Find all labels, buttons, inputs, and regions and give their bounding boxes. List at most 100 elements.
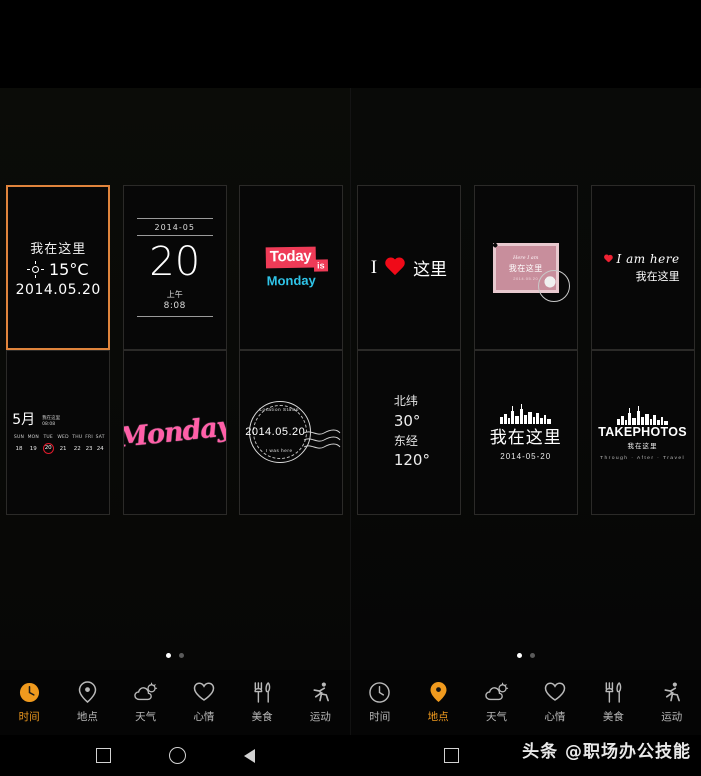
category-item-weather[interactable]: 天气 xyxy=(471,681,523,724)
left-template-grid: 我在这里 15°C 2014.05.20 2014-05 20 上午 8:08 … xyxy=(0,185,350,515)
calendar-note1: 我在这里 xyxy=(42,415,61,421)
calendar-weekday: FRI xyxy=(85,435,93,440)
calendar-day: 22 xyxy=(73,445,81,452)
template-cell-wrapper: Monday xyxy=(116,350,232,515)
category-item-sport[interactable]: 运动 xyxy=(294,681,346,724)
template-i-am-here-script[interactable]: I am here 我在这里 xyxy=(590,185,695,350)
category-item-location[interactable]: 地点 xyxy=(61,681,113,724)
template-cell-wrapper: Here I am 我在这里 2014.05.20 xyxy=(467,185,584,350)
category-label: 运动 xyxy=(309,711,331,723)
template-skyline-here[interactable]: 我在这里 2014-05-20 xyxy=(473,350,578,515)
home-circle-icon[interactable] xyxy=(168,747,186,764)
sun-icon xyxy=(26,260,44,278)
skyline-icon xyxy=(499,404,551,424)
category-item-food[interactable]: 美食 xyxy=(587,681,639,724)
template-cell-wrapper: Today is Monday xyxy=(233,185,349,350)
skyline-title: 我在这里 xyxy=(489,428,562,448)
big-date-year-month: 2014-05 xyxy=(154,223,195,232)
page-dot[interactable] xyxy=(529,653,535,658)
calendar-day: 19 xyxy=(29,445,37,452)
template-big-date[interactable]: 2014-05 20 上午 8:08 xyxy=(122,185,227,350)
location-pin-icon xyxy=(429,681,448,703)
back-triangle-icon[interactable] xyxy=(243,748,255,763)
runner-icon xyxy=(310,681,331,703)
calendar-content: 5月 我在这里 08:08 SUN MON TUE WED THU FRI SA… xyxy=(10,409,106,456)
i-am-here-line2: 我在这里 xyxy=(635,269,680,283)
right-template-grid: I 这里 Here I am 我在这里 2014.05.20 I am here… xyxy=(351,185,701,515)
today-word: Today xyxy=(270,247,312,266)
location-pin-icon xyxy=(78,681,97,703)
calendar-weekday: WED xyxy=(57,435,69,440)
category-item-time[interactable]: 时间 xyxy=(354,681,406,724)
fork-knife-icon xyxy=(603,681,623,703)
page-dot-active[interactable] xyxy=(516,653,522,658)
right-page-indicator[interactable] xyxy=(351,653,701,658)
stamp-sub: 2014.05.20 xyxy=(513,275,539,281)
category-label: 心情 xyxy=(193,711,215,723)
coordinates-content: 北纬 30° 东经 120° xyxy=(388,393,430,471)
template-postage-stamp[interactable]: Here I am 我在这里 2014.05.20 xyxy=(473,185,578,350)
category-item-mood[interactable]: 心情 xyxy=(178,681,230,724)
category-item-location[interactable]: 地点 xyxy=(412,681,464,724)
calendar-day: 21 xyxy=(59,445,67,452)
here-word: 这里 xyxy=(413,260,448,280)
template-postmark[interactable]: Location Stamp 2014.05.20 I was here xyxy=(239,350,344,515)
template-cell-wrapper: TAKEPHOTOS 我在这里 Through · After · Travel xyxy=(584,350,701,515)
template-monday-script[interactable]: Monday xyxy=(122,350,227,515)
postmark-arc-top: Location Stamp xyxy=(259,406,300,412)
latitude-label: 北纬 xyxy=(393,394,418,409)
template-cell-wrapper: 我在这里 2014-05-20 xyxy=(467,350,584,515)
template-coordinates[interactable]: 北纬 30° 东经 120° xyxy=(356,350,461,515)
monday-script-text: Monday xyxy=(122,411,227,454)
category-item-mood[interactable]: 心情 xyxy=(529,681,581,724)
template-weather-location[interactable]: 我在这里 15°C 2014.05.20 xyxy=(6,185,111,350)
postmark-waves-icon xyxy=(303,429,341,449)
weather-line1: 我在这里 xyxy=(30,241,87,257)
takephotos-arc: Through · After · Travel xyxy=(600,454,686,461)
page-dot[interactable] xyxy=(178,653,184,658)
category-item-sport[interactable]: 运动 xyxy=(646,681,698,724)
template-today-is-monday[interactable]: Today is Monday xyxy=(239,185,344,350)
i-am-here-line1-row: I am here xyxy=(604,252,680,266)
cloud-sun-icon xyxy=(133,681,158,703)
category-label: 时间 xyxy=(18,711,40,723)
latitude-value: 30° xyxy=(393,411,421,430)
longitude-label: 东经 xyxy=(393,433,418,448)
template-cell-wrapper: 北纬 30° 东经 120° xyxy=(351,350,468,515)
heart-outline-icon xyxy=(544,681,566,703)
category-item-food[interactable]: 美食 xyxy=(236,681,288,724)
calendar-note2: 08:08 xyxy=(42,422,56,428)
template-calendar[interactable]: 5月 我在这里 08:08 SUN MON TUE WED THU FRI SA… xyxy=(6,350,111,515)
stamp-script: Here I am xyxy=(512,254,539,261)
i-love-here-content: I 这里 xyxy=(370,255,448,281)
stamp-cancel-ring-icon xyxy=(537,269,570,302)
template-i-love-here[interactable]: I 这里 xyxy=(356,185,461,350)
weather-template-content: 我在这里 15°C 2014.05.20 xyxy=(16,238,101,298)
template-takephotos[interactable]: TAKEPHOTOS 我在这里 Through · After · Travel xyxy=(590,350,695,515)
category-item-time[interactable]: 时间 xyxy=(3,681,55,724)
i-word: I xyxy=(370,256,378,278)
left-page-indicator[interactable] xyxy=(0,653,350,658)
left-category-toolbar: 时间 地点 天气 心情 美食 运动 xyxy=(0,670,350,735)
calendar-day-today: 20 xyxy=(41,441,56,456)
monday-word: Monday xyxy=(266,272,317,289)
postmark-arc-bottom: I was here xyxy=(265,447,293,453)
i-am-here-content: I am here 我在这里 xyxy=(604,252,682,284)
i-am-here-line1: I am here xyxy=(616,251,680,266)
cloud-sun-icon xyxy=(484,681,509,703)
calendar-notes: 我在这里 08:08 xyxy=(42,416,60,430)
takephotos-subtitle: 我在这里 xyxy=(627,441,658,450)
calendar-weekday: MON xyxy=(27,435,39,440)
recents-square-icon[interactable] xyxy=(444,748,459,763)
skyline-icon xyxy=(616,405,668,425)
calendar-day-row: 18 19 20 21 22 23 24 xyxy=(12,441,106,456)
template-cell-wrapper: I am here 我在这里 xyxy=(584,185,701,350)
right-pane: I 这里 Here I am 我在这里 2014.05.20 I am here… xyxy=(349,88,701,670)
page-dot-active[interactable] xyxy=(165,653,171,658)
template-cell-wrapper: Location Stamp 2014.05.20 I was here xyxy=(233,350,349,515)
calendar-weekday: SAT xyxy=(95,435,105,440)
clock-icon xyxy=(369,681,390,703)
category-label: 地点 xyxy=(427,711,449,723)
category-item-weather[interactable]: 天气 xyxy=(120,681,172,724)
recents-square-icon[interactable] xyxy=(95,748,111,763)
